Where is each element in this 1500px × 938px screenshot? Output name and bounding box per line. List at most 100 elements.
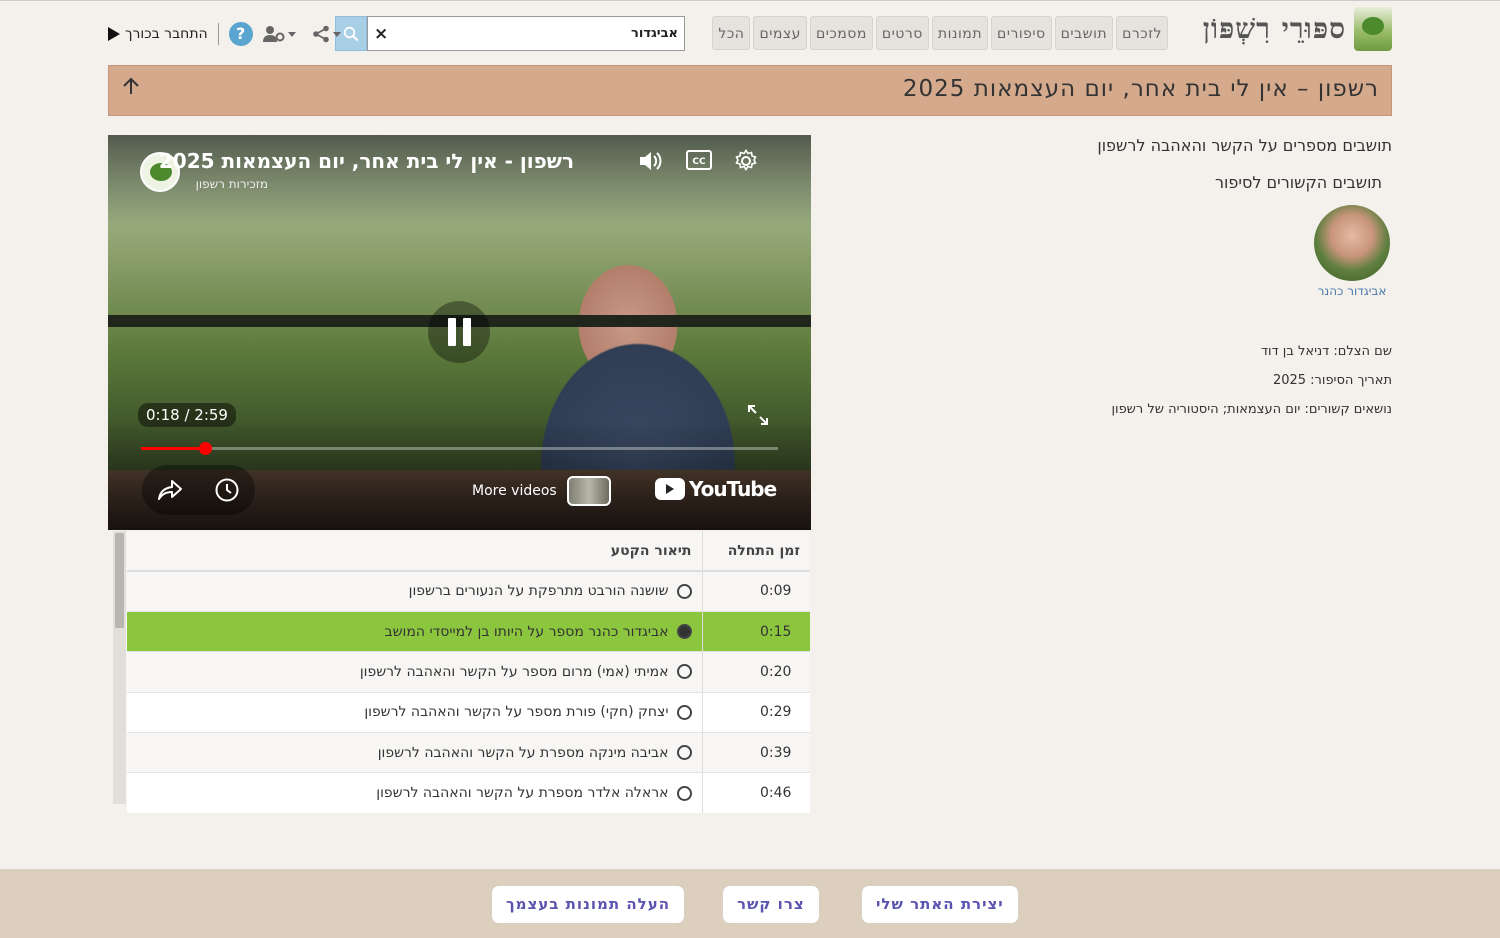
topics-line: נושאים קשורים: יום העצמאות; היסטוריה של … bbox=[1111, 402, 1392, 417]
table-header-row: זמן התחלה תיאור הקטע bbox=[127, 531, 810, 572]
chevron-down-icon bbox=[287, 31, 296, 37]
segment-description[interactable]: שושנה הורבט מתרפקת על הנעורים ברשפון bbox=[127, 570, 702, 612]
segments-table: זמן התחלה תיאור הקטע 0:09 שושנה הורבט מתר… bbox=[127, 531, 810, 814]
progress-fill bbox=[141, 447, 205, 450]
footer: יצירת האתר שלי צרו קשר העלה תמונות בעצמך bbox=[0, 869, 1500, 938]
share-menu[interactable] bbox=[312, 25, 341, 43]
youtube-logo[interactable]: YouTube bbox=[655, 477, 777, 501]
tab-stories[interactable]: סיפורים bbox=[991, 16, 1052, 50]
logo-emblem bbox=[1354, 7, 1392, 51]
segment-description-text: אביבה מינקה מספרת על הקשר והאהבה לרשפון bbox=[377, 744, 669, 761]
captions-icon[interactable]: CC bbox=[686, 149, 712, 171]
segments-scrollbar[interactable] bbox=[113, 531, 126, 804]
radio-icon[interactable] bbox=[676, 704, 692, 720]
site-title[interactable]: ספּוּרֵי רִשְׁפּוֹן bbox=[1203, 12, 1346, 46]
segments-body: 0:09 שושנה הורבט מתרפקת על הנעורים ברשפון… bbox=[127, 570, 810, 814]
segment-description-text: אביגדור כהנר מספר על היותו בן למייסדי המ… bbox=[384, 623, 669, 640]
related-person-card[interactable]: אביגדור כהנר bbox=[1312, 205, 1392, 298]
create-site-button[interactable]: יצירת האתר שלי bbox=[861, 885, 1019, 924]
column-header-description: תיאור הקטע bbox=[127, 531, 702, 572]
person-avatar[interactable] bbox=[1314, 205, 1390, 281]
scrollbar-thumb[interactable] bbox=[115, 533, 124, 628]
segment-description[interactable]: יצחק (חקי) פורת מספר על הקשר והאהבה לרשפ… bbox=[127, 691, 702, 733]
segment-time-value: 0:15 bbox=[760, 623, 792, 640]
tab-documents[interactable]: מסמכים bbox=[809, 16, 873, 50]
radio-icon[interactable] bbox=[676, 785, 692, 801]
segment-description[interactable]: אראלה אלדר מספרת על הקשר והאהבה לרשפון bbox=[127, 772, 702, 814]
share-arrow-icon[interactable] bbox=[157, 479, 183, 501]
video-channel-name[interactable]: מזכירות רשפון bbox=[196, 177, 268, 191]
person-name-link[interactable]: אביגדור כהנר bbox=[1312, 284, 1392, 298]
video-player[interactable]: רשפון - אין לי בית אחר, יום העצמאות 2025… bbox=[108, 135, 811, 530]
login-label: התחבר בכורך bbox=[125, 26, 208, 42]
segment-time-value: 0:29 bbox=[760, 704, 792, 721]
segment-description[interactable]: אמיתי (אמי) מרום מספר על הקשר והאהבה לרש… bbox=[127, 651, 702, 693]
segment-start-time[interactable]: 0:29 bbox=[701, 691, 810, 733]
tab-residents[interactable]: תושבים bbox=[1054, 16, 1114, 50]
pause-icon bbox=[447, 318, 456, 346]
video-progress-bar[interactable] bbox=[141, 442, 778, 455]
tab-objects[interactable]: עצמים bbox=[753, 16, 807, 50]
table-row[interactable]: 0:15 אביגדור כהנר מספר על היותו בן למייסד… bbox=[127, 610, 810, 652]
radio-icon[interactable] bbox=[676, 583, 692, 599]
upload-photos-button[interactable]: העלה תמונות בעצמך bbox=[491, 885, 686, 924]
progress-knob[interactable] bbox=[198, 442, 212, 455]
segment-description[interactable]: אביגדור כהנר מספר על היותו בן למייסדי המ… bbox=[127, 610, 702, 652]
contact-button[interactable]: צרו קשר bbox=[722, 885, 820, 924]
segment-description[interactable]: אביבה מינקה מספרת על הקשר והאהבה לרשפון bbox=[127, 732, 702, 773]
volume-icon[interactable] bbox=[638, 149, 664, 173]
more-videos-button[interactable]: More videos bbox=[472, 476, 611, 506]
column-header-start-time: זמן התחלה bbox=[701, 531, 810, 572]
video-title[interactable]: רשפון - אין לי בית אחר, יום העצמאות 2025 bbox=[159, 149, 574, 173]
tab-films[interactable]: סרטים bbox=[875, 16, 929, 50]
search-value: אביגדור bbox=[631, 26, 678, 41]
more-videos-label: More videos bbox=[472, 483, 557, 499]
share-icon bbox=[312, 25, 329, 43]
radio-selected-icon[interactable] bbox=[676, 624, 692, 640]
table-row[interactable]: 0:20 אמיתי (אמי) מרום מספר על הקשר והאהבה… bbox=[127, 651, 810, 693]
segment-time-value: 0:20 bbox=[760, 663, 792, 680]
pause-icon bbox=[462, 318, 471, 346]
segment-description-text: אמיתי (אמי) מרום מספר על הקשר והאהבה לרש… bbox=[359, 663, 669, 680]
video-time: 0:18 / 2:59 bbox=[138, 403, 236, 427]
settings-gear-icon[interactable] bbox=[734, 149, 758, 173]
page-title: רשפון – אין לי בית אחר, יום העצמאות 2025 bbox=[902, 76, 1379, 102]
segment-start-time[interactable]: 0:20 bbox=[701, 651, 810, 693]
segments-panel: זמן התחלה תיאור הקטע 0:09 שושנה הורבט מתר… bbox=[113, 531, 810, 814]
segment-time-value: 0:39 bbox=[760, 744, 792, 761]
site-logo[interactable]: ספּוּרֵי רִשְׁפּוֹן bbox=[1203, 7, 1392, 51]
category-tabs: לזכרם תושבים סיפורים תמונות סרטים מסמכים… bbox=[712, 16, 1168, 50]
segment-start-time[interactable]: 0:09 bbox=[701, 570, 810, 612]
story-date-line: תאריך הסיפור: 2025 bbox=[1272, 373, 1392, 388]
clear-search-icon[interactable]: × bbox=[374, 24, 392, 44]
search-input[interactable]: × אביגדור bbox=[367, 16, 685, 51]
tab-memorial[interactable]: לזכרם bbox=[1116, 16, 1168, 50]
search-bar: × אביגדור bbox=[335, 16, 685, 51]
tab-photos[interactable]: תמונות bbox=[931, 16, 989, 50]
pause-button[interactable] bbox=[428, 301, 490, 363]
photographer-line: שם הצלם: דניאל בן דוד bbox=[1260, 344, 1392, 359]
user-settings-menu[interactable] bbox=[262, 25, 296, 43]
arrow-up-icon[interactable] bbox=[121, 76, 141, 100]
help-icon[interactable]: ? bbox=[228, 22, 253, 46]
table-row[interactable]: 0:39 אביבה מינקה מספרת על הקשר והאהבה לרש… bbox=[127, 732, 810, 773]
tab-all[interactable]: הכל bbox=[712, 16, 751, 50]
top-bar: ספּוּרֵי רִשְׁפּוֹן לזכרם תושבים סיפורים… bbox=[0, 0, 1500, 62]
segment-start-time[interactable]: 0:39 bbox=[701, 732, 810, 773]
table-row[interactable]: 0:46 אראלה אלדר מספרת על הקשר והאהבה לרשפ… bbox=[127, 772, 810, 814]
related-residents-title: תושבים הקשורים לסיפור bbox=[1215, 173, 1382, 192]
user-gear-icon bbox=[262, 26, 285, 42]
clock-icon[interactable] bbox=[214, 477, 240, 503]
radio-icon[interactable] bbox=[676, 745, 692, 761]
segment-description-text: יצחק (חקי) פורת מספר על הקשר והאהבה לרשפ… bbox=[364, 704, 669, 721]
table-row[interactable]: 0:29 יצחק (חקי) פורת מספר על הקשר והאהבה … bbox=[127, 691, 810, 733]
segment-time-value: 0:46 bbox=[760, 785, 792, 802]
radio-icon[interactable] bbox=[676, 664, 692, 680]
table-row[interactable]: 0:09 שושנה הורבט מתרפקת על הנעורים ברשפון bbox=[127, 570, 810, 612]
segment-start-time[interactable]: 0:46 bbox=[701, 772, 810, 814]
story-title-banner: רשפון – אין לי בית אחר, יום העצמאות 2025 bbox=[108, 65, 1392, 116]
segment-start-time[interactable]: 0:15 bbox=[701, 610, 810, 652]
login-button[interactable]: התחבר בכורך bbox=[108, 26, 208, 42]
youtube-logo-text: YouTube bbox=[689, 477, 777, 501]
fullscreen-icon[interactable] bbox=[746, 403, 770, 427]
